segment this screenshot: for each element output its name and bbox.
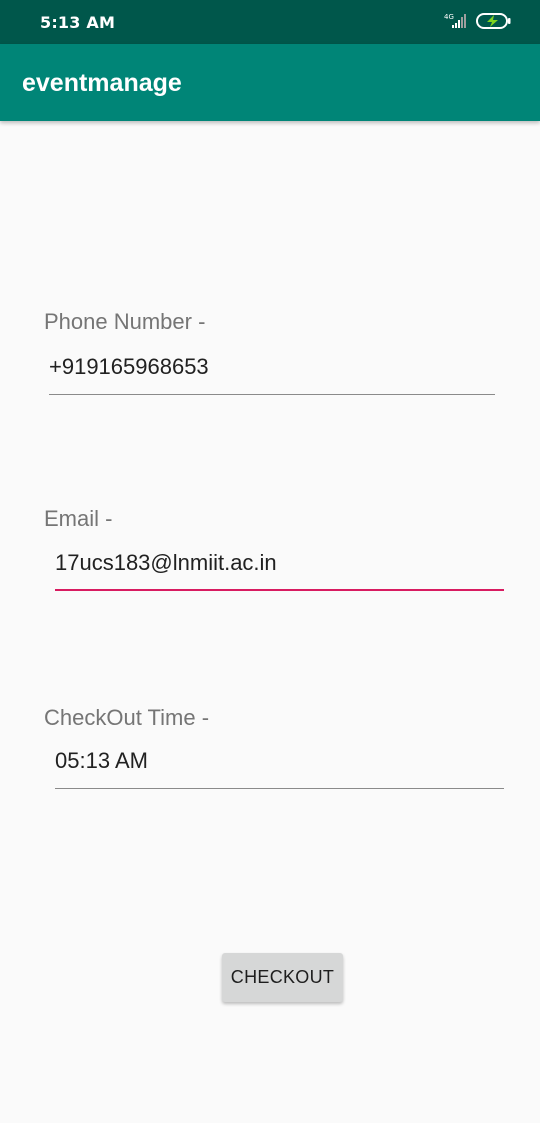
status-time: 5:13 AM bbox=[40, 13, 116, 32]
checkout-time-field[interactable]: 05:13 AM bbox=[55, 743, 504, 789]
email-value: 17ucs183@lnmiit.ac.in bbox=[55, 550, 277, 575]
email-field[interactable]: 17ucs183@lnmiit.ac.in bbox=[55, 545, 504, 591]
checkout-button[interactable]: CHECKOUT bbox=[222, 953, 343, 1002]
email-label: Email - bbox=[44, 506, 113, 531]
app-bar: eventmanage bbox=[0, 44, 540, 121]
checkout-time-label: CheckOut Time - bbox=[44, 705, 210, 730]
network-label: 4G bbox=[444, 13, 454, 21]
battery-charging-icon bbox=[476, 12, 512, 34]
status-icons: 4G bbox=[442, 12, 512, 34]
phone-number-value: +919165968653 bbox=[49, 354, 209, 379]
phone-number-label: Phone Number - bbox=[44, 309, 206, 334]
status-bar: 5:13 AM 4G bbox=[0, 0, 540, 44]
app-title: eventmanage bbox=[22, 69, 182, 97]
signal-icon: 4G bbox=[442, 12, 470, 34]
checkout-time-value: 05:13 AM bbox=[55, 748, 148, 773]
phone-number-field[interactable]: +919165968653 bbox=[49, 349, 495, 395]
